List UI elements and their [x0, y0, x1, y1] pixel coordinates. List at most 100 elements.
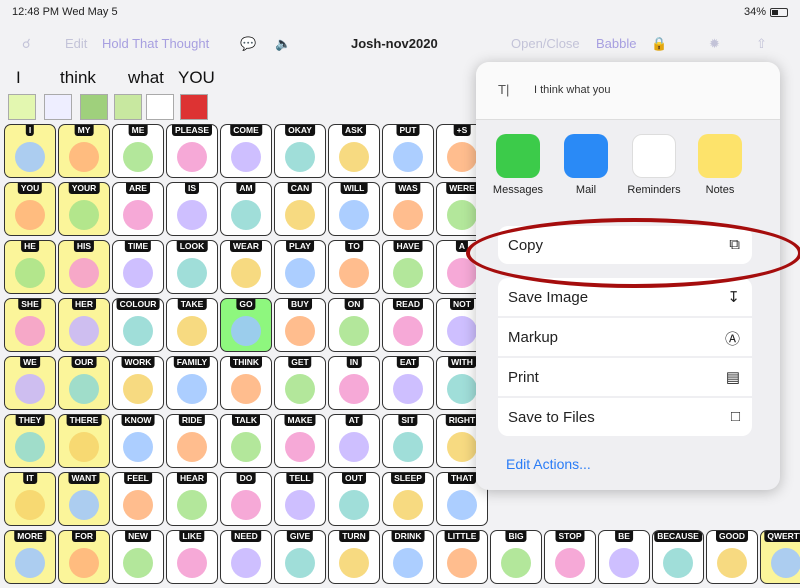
symbol-button[interactable]: PLEASE	[166, 124, 218, 178]
symbol-button[interactable]: BUY	[274, 298, 326, 352]
symbol-label: BECAUSE	[654, 531, 702, 542]
symbol-label: GOOD	[716, 531, 748, 542]
symbol-button[interactable]: HEAR	[166, 472, 218, 526]
symbol-picture-icon	[69, 374, 99, 404]
symbol-button[interactable]: TURN	[328, 530, 380, 584]
symbol-button[interactable]: COLOUR	[112, 298, 164, 352]
symbol-button[interactable]: GIVE	[274, 530, 326, 584]
symbol-button[interactable]: NEW	[112, 530, 164, 584]
symbol-button[interactable]: ASK	[328, 124, 380, 178]
symbol-button[interactable]: AM	[220, 182, 272, 236]
symbol-button[interactable]: WORK	[112, 356, 164, 410]
symbol-button[interactable]: WEAR	[220, 240, 272, 294]
symbol-button[interactable]: NEED	[220, 530, 272, 584]
symbol-button[interactable]: YOUR	[58, 182, 110, 236]
symbol-button[interactable]: THINK	[220, 356, 272, 410]
speech-bubble-icon[interactable]: 💬	[240, 36, 256, 52]
symbol-button[interactable]: CAN	[274, 182, 326, 236]
symbol-button[interactable]: SIT	[382, 414, 434, 468]
symbol-button[interactable]: ON	[328, 298, 380, 352]
symbol-button[interactable]: BE	[598, 530, 650, 584]
symbol-button[interactable]: LITTLE	[436, 530, 488, 584]
edit-actions-link[interactable]: Edit Actions...	[506, 456, 591, 472]
symbol-label: FEEL	[124, 473, 152, 484]
symbol-button[interactable]: TAKE	[166, 298, 218, 352]
symbol-button[interactable]: DO	[220, 472, 272, 526]
symbol-button[interactable]: GO	[220, 298, 272, 352]
symbol-button[interactable]: DRINK	[382, 530, 434, 584]
symbol-button[interactable]: TO	[328, 240, 380, 294]
gear-icon[interactable]: ✹	[709, 36, 720, 52]
hold-thought-button[interactable]: Hold That Thought	[102, 36, 209, 51]
symbol-button[interactable]: IT	[4, 472, 56, 526]
symbol-button[interactable]: GET	[274, 356, 326, 410]
symbol-button[interactable]: THEY	[4, 414, 56, 468]
open-close-button[interactable]: Open/Close	[511, 36, 580, 51]
symbol-button[interactable]: SLEEP	[382, 472, 434, 526]
symbol-button[interactable]: TIME	[112, 240, 164, 294]
symbol-button[interactable]: TELL	[274, 472, 326, 526]
symbol-button[interactable]: COME	[220, 124, 272, 178]
symbol-button[interactable]: SHE	[4, 298, 56, 352]
symbol-button[interactable]: MAKE	[274, 414, 326, 468]
lock-icon[interactable]: 🔒	[651, 36, 667, 52]
symbol-picture-icon	[69, 432, 99, 462]
speaker-mute-icon[interactable]: 🔈	[275, 36, 291, 52]
symbol-button[interactable]: READ	[382, 298, 434, 352]
symbol-button[interactable]: BECAUSE	[652, 530, 704, 584]
symbol-button[interactable]: ME	[112, 124, 164, 178]
symbol-button[interactable]: YOU	[4, 182, 56, 236]
babble-button[interactable]: Babble	[596, 36, 636, 51]
symbol-button[interactable]: I	[4, 124, 56, 178]
symbol-button[interactable]: WAS	[382, 182, 434, 236]
symbol-button[interactable]: BIG	[490, 530, 542, 584]
share-app-reminders[interactable]: Reminders	[626, 134, 682, 196]
symbol-button[interactable]: WILL	[328, 182, 380, 236]
symbol-button[interactable]: HE	[4, 240, 56, 294]
symbol-label: KNOW	[121, 415, 155, 426]
share-app-notes[interactable]: Notes	[692, 134, 748, 196]
symbol-button[interactable]: PUT	[382, 124, 434, 178]
symbol-button[interactable]: OUR	[58, 356, 110, 410]
save-to-files-action[interactable]: Save to Files □	[498, 398, 752, 436]
symbol-button[interactable]: LIKE	[166, 530, 218, 584]
symbol-button[interactable]: ARE	[112, 182, 164, 236]
markup-action[interactable]: Markup Ⓐ	[498, 318, 752, 356]
symbol-button[interactable]: OUT	[328, 472, 380, 526]
symbol-button[interactable]: TALK	[220, 414, 272, 468]
symbol-button[interactable]: AT	[328, 414, 380, 468]
symbol-button[interactable]: MY	[58, 124, 110, 178]
share-app-mail[interactable]: Mail	[558, 134, 614, 196]
symbol-picture-icon	[177, 316, 207, 346]
app-label: Reminders	[627, 184, 681, 196]
symbol-button[interactable]: MORE	[4, 530, 56, 584]
symbol-button[interactable]: IN	[328, 356, 380, 410]
symbol-button[interactable]: FEEL	[112, 472, 164, 526]
symbol-picture-icon	[231, 432, 261, 462]
share-icon[interactable]: ⇧	[756, 36, 767, 52]
symbol-button[interactable]: FAMILY	[166, 356, 218, 410]
symbol-button[interactable]: HER	[58, 298, 110, 352]
symbol-button[interactable]: GOOD	[706, 530, 758, 584]
symbol-button[interactable]: STOP	[544, 530, 596, 584]
share-app-messages[interactable]: Messages	[490, 134, 546, 196]
symbol-button[interactable]: LOOK	[166, 240, 218, 294]
symbol-button[interactable]: QWERTY	[760, 530, 800, 584]
symbol-button[interactable]: HIS	[58, 240, 110, 294]
print-action[interactable]: Print ▤	[498, 358, 752, 396]
symbol-button[interactable]: EAT	[382, 356, 434, 410]
symbol-button[interactable]: HAVE	[382, 240, 434, 294]
symbol-button[interactable]: RIDE	[166, 414, 218, 468]
symbol-button[interactable]: THERE	[58, 414, 110, 468]
symbol-button[interactable]: WE	[4, 356, 56, 410]
message-bar[interactable]: I think what YOU	[0, 62, 480, 124]
symbol-button[interactable]: FOR	[58, 530, 110, 584]
symbol-button[interactable]: OKAY	[274, 124, 326, 178]
symbol-button[interactable]: WANT	[58, 472, 110, 526]
edit-button[interactable]: Edit	[65, 36, 87, 51]
symbol-button[interactable]: PLAY	[274, 240, 326, 294]
symbol-button[interactable]: IS	[166, 182, 218, 236]
symbol-button[interactable]: KNOW	[112, 414, 164, 468]
search-icon[interactable]: ☌	[22, 36, 31, 52]
symbol-label: OUR	[71, 357, 97, 368]
